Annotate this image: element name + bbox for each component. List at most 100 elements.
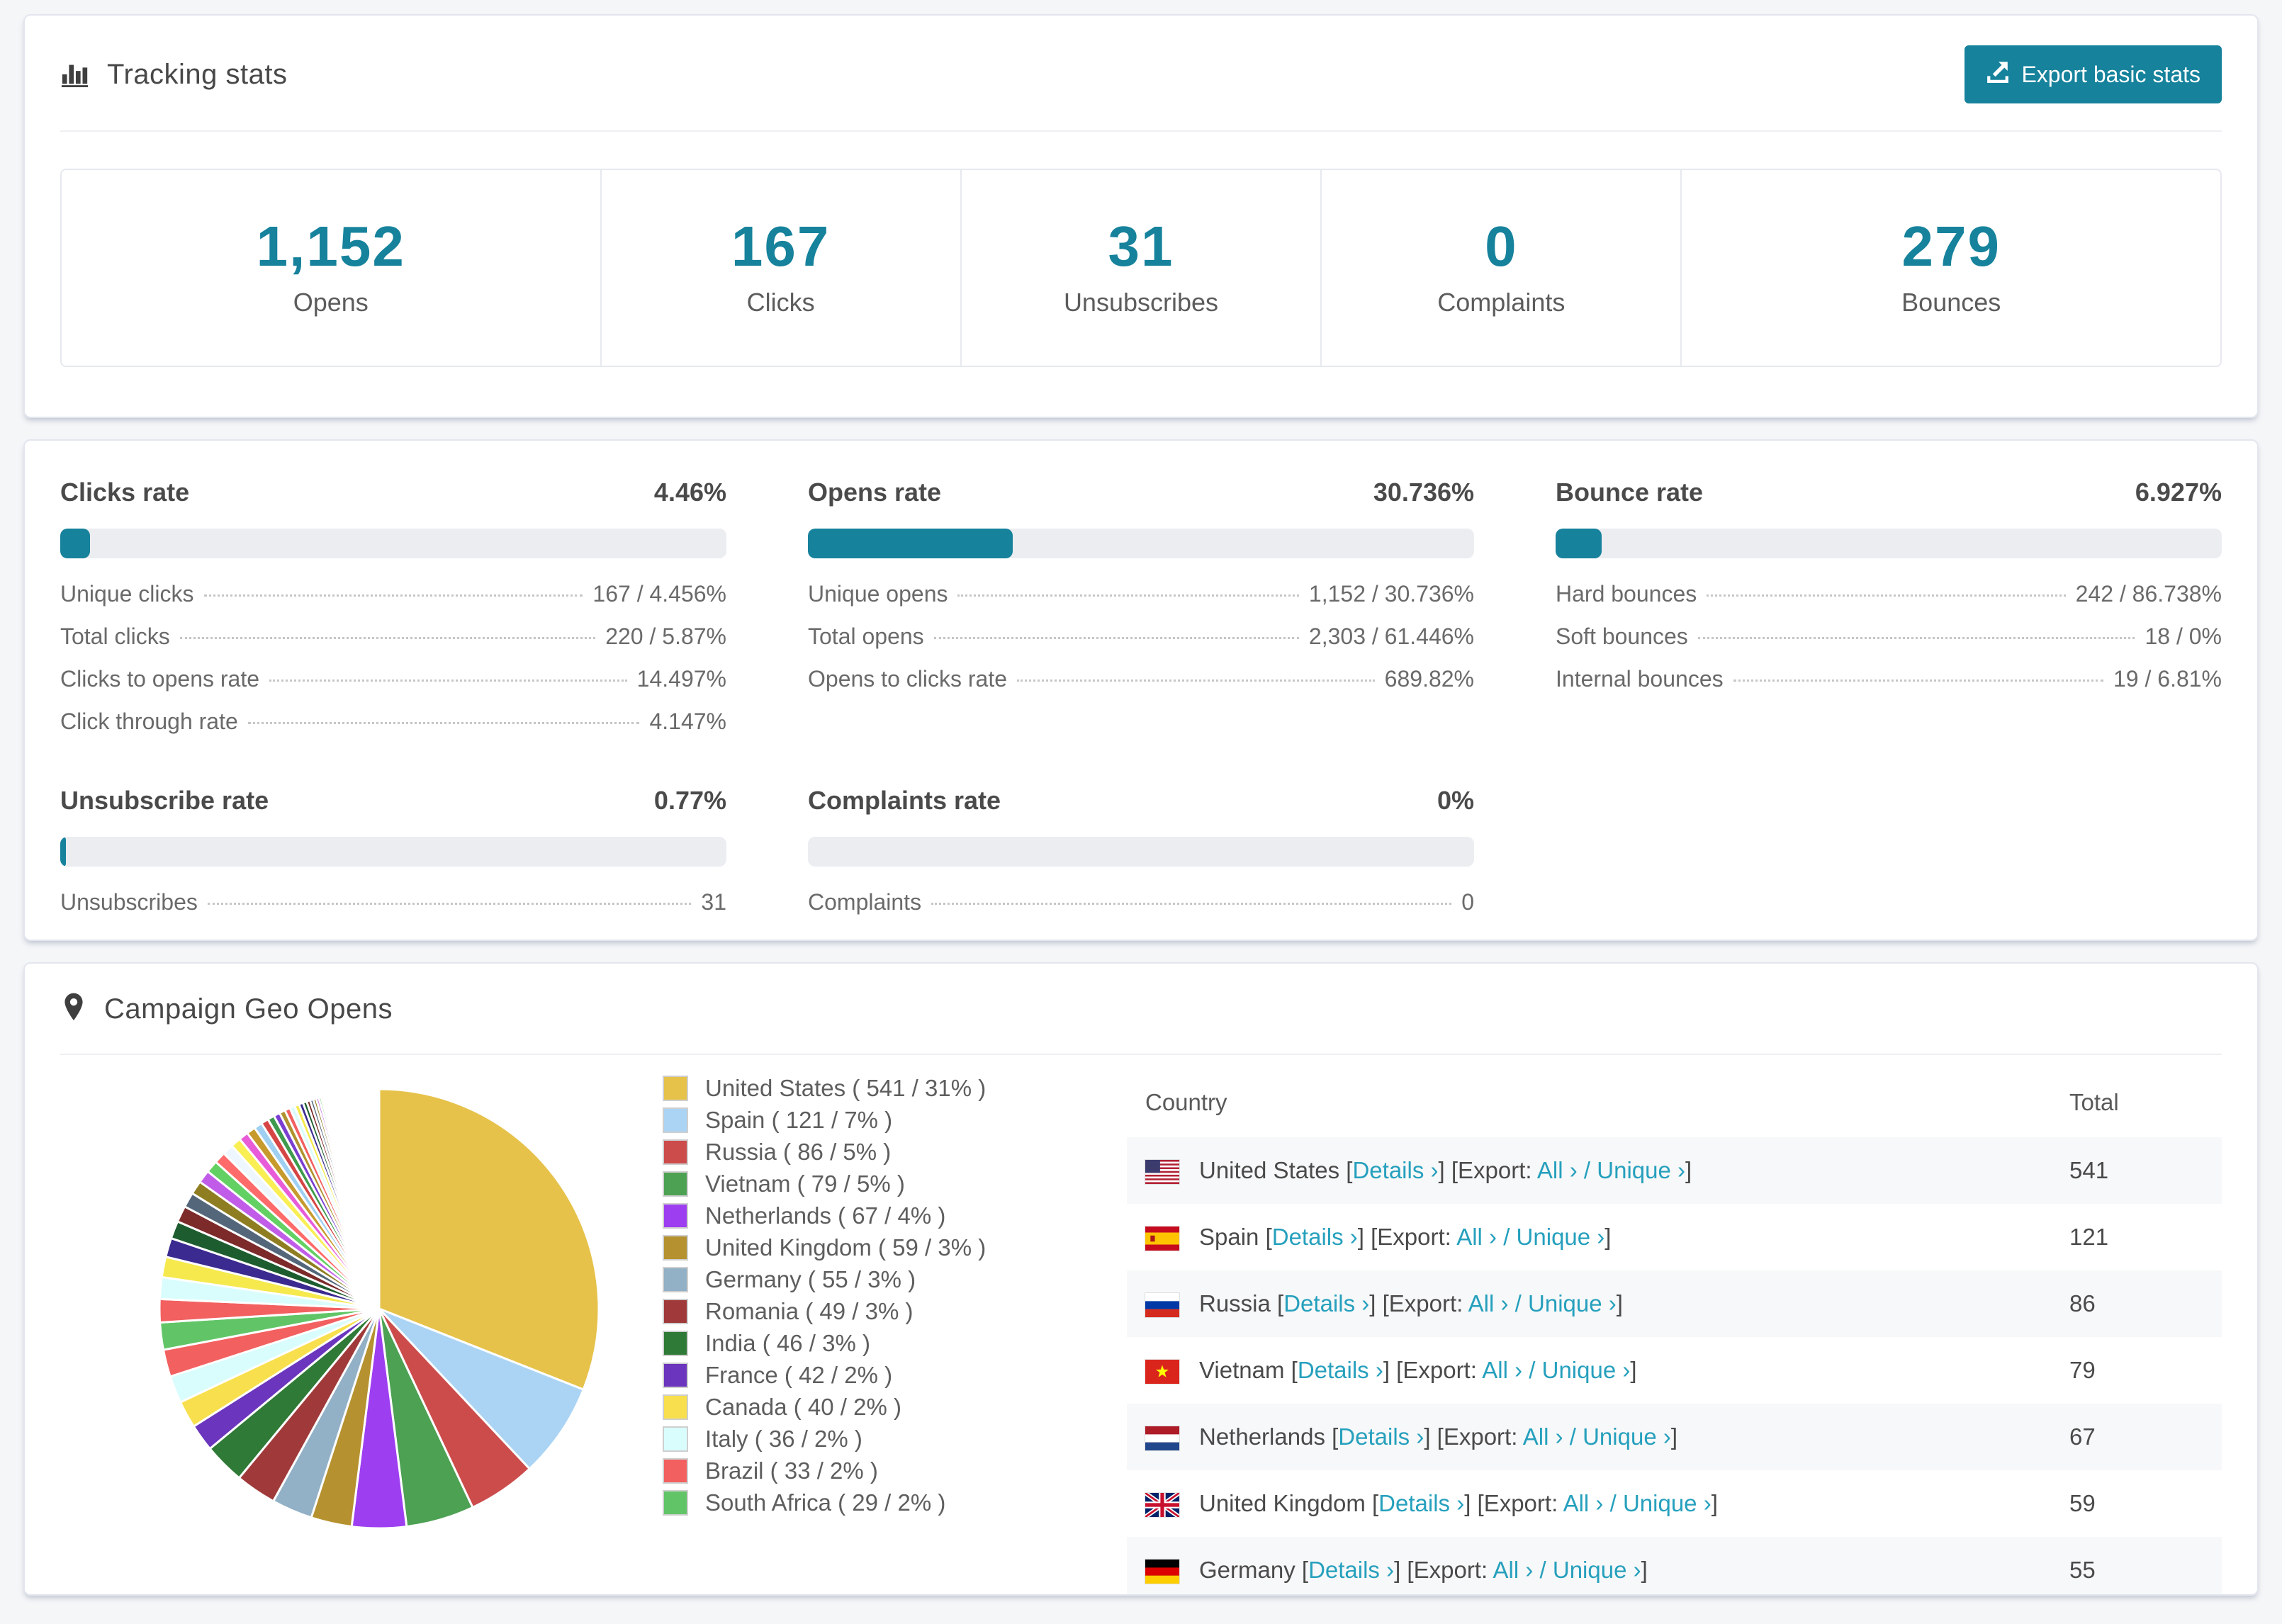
geo-table-row-united-states: United States [Details ›] [Export: All ›… [1127, 1137, 2222, 1204]
export-all-link[interactable]: All › [1537, 1157, 1578, 1183]
rates-grid: Clicks rate 4.46% Unique clicks 167 / 4.456… [60, 478, 2222, 915]
rate-detail-label: Soft bounces [1556, 624, 1688, 649]
stat-label: Clicks [746, 288, 815, 317]
country-name: Vietnam [1199, 1356, 1285, 1383]
legend-swatch [663, 1426, 688, 1452]
slash-separator: / [1577, 1156, 1597, 1183]
bracket: [ [1365, 1489, 1379, 1516]
export-prefix: ] [Export: [1464, 1489, 1563, 1516]
legend-label: South Africa ( 29 / 2% ) [705, 1489, 946, 1516]
dotted-leader [207, 903, 692, 905]
bracket: ] [1685, 1156, 1692, 1183]
rate-detail-value: 242 / 86.738% [2075, 581, 2222, 607]
legend-item-germany[interactable]: Germany ( 55 / 3% ) [663, 1266, 1088, 1293]
bracket: ] [1616, 1290, 1623, 1316]
legend-item-india[interactable]: India ( 46 / 3% ) [663, 1330, 1088, 1357]
legend-item-spain[interactable]: Spain ( 121 / 7% ) [663, 1107, 1088, 1134]
export-unique-link[interactable]: Unique › [1517, 1224, 1605, 1250]
header-divider [60, 130, 2222, 132]
bracket: [ [1284, 1356, 1298, 1383]
rate-detail-value: 0 [1461, 889, 1474, 915]
export-all-link[interactable]: All › [1456, 1224, 1497, 1250]
export-all-link[interactable]: All › [1482, 1357, 1522, 1383]
export-unique-link[interactable]: Unique › [1583, 1423, 1671, 1450]
legend-item-italy[interactable]: Italy ( 36 / 2% ) [663, 1426, 1088, 1453]
legend-item-united-states[interactable]: United States ( 541 / 31% ) [663, 1075, 1088, 1102]
legend-item-russia[interactable]: Russia ( 86 / 5% ) [663, 1139, 1088, 1166]
details-link[interactable]: Details › [1378, 1490, 1464, 1516]
legend-item-france[interactable]: France ( 42 / 2% ) [663, 1362, 1088, 1389]
details-link[interactable]: Details › [1352, 1157, 1438, 1183]
export-prefix: ] [Export: [1394, 1556, 1493, 1583]
dotted-leader [179, 637, 596, 639]
stat-value: 31 [1108, 215, 1174, 278]
export-prefix: ] [Export: [1369, 1290, 1468, 1316]
legend-swatch [663, 1363, 688, 1388]
export-all-link[interactable]: All › [1563, 1490, 1604, 1516]
legend-item-netherlands[interactable]: Netherlands ( 67 / 4% ) [663, 1202, 1088, 1229]
export-unique-link[interactable]: Unique › [1542, 1357, 1631, 1383]
rate-detail-label: Total opens [808, 624, 924, 649]
vn-flag-icon [1145, 1360, 1179, 1385]
rate-detail-label: Hard bounces [1556, 581, 1697, 607]
legend-item-south-africa[interactable]: South Africa ( 29 / 2% ) [663, 1489, 1088, 1516]
details-link[interactable]: Details › [1272, 1224, 1358, 1250]
rate-value: 4.46% [653, 478, 726, 507]
rate-block-complaints-rate: Complaints rate 0% Complaints 0 [808, 786, 1474, 915]
rate-detail-label: Complaints [808, 889, 922, 915]
campaign-geo-opens-card: Campaign Geo Opens United States ( 541 /… [23, 962, 2259, 1596]
country-column-header: Country [1145, 1089, 1227, 1115]
legend-item-brazil[interactable]: Brazil ( 33 / 2% ) [663, 1457, 1088, 1484]
legend-item-canada[interactable]: Canada ( 40 / 2% ) [663, 1394, 1088, 1421]
rate-title: Unsubscribe rate [60, 786, 269, 815]
export-all-link[interactable]: All › [1468, 1290, 1509, 1316]
export-unique-link[interactable]: Unique › [1597, 1157, 1685, 1183]
stat-value: 1,152 [256, 215, 405, 278]
geo-table-row-united-kingdom: United Kingdom [Details ›] [Export: All … [1127, 1470, 2222, 1537]
stat-label: Unsubscribes [1063, 288, 1219, 317]
bar-chart-icon [60, 58, 90, 91]
tracking-stats-header: Tracking stats Export basic stats [60, 45, 2222, 103]
stat-bounces: 279 Bounces [1682, 170, 2220, 366]
details-link[interactable]: Details › [1308, 1557, 1394, 1583]
rate-value: 0.77% [653, 786, 726, 815]
export-button-label: Export basic stats [2021, 61, 2200, 87]
legend-label: Germany ( 55 / 3% ) [705, 1266, 916, 1292]
bracket: [ [1295, 1556, 1309, 1583]
geo-content: United States ( 541 / 31% ) Spain ( 121 /… [60, 1065, 2222, 1594]
legend-item-vietnam[interactable]: Vietnam ( 79 / 5% ) [663, 1171, 1088, 1197]
dotted-leader [957, 594, 1299, 597]
stat-unsubscribes: 31 Unsubscribes [962, 170, 1322, 366]
rate-title: Clicks rate [60, 478, 190, 507]
rate-title: Opens rate [808, 478, 942, 507]
legend-item-united-kingdom[interactable]: United Kingdom ( 59 / 3% ) [663, 1234, 1088, 1261]
rate-detail-row: Total clicks 220 / 5.87% [60, 624, 726, 650]
details-link[interactable]: Details › [1338, 1423, 1424, 1450]
export-unique-link[interactable]: Unique › [1528, 1290, 1617, 1316]
legend-swatch [663, 1171, 688, 1197]
total-value: 541 [2069, 1137, 2222, 1204]
legend-label: Brazil ( 33 / 2% ) [705, 1457, 878, 1484]
rate-detail-value: 2,303 / 61.446% [1308, 624, 1474, 649]
export-unique-link[interactable]: Unique › [1553, 1557, 1641, 1583]
export-all-link[interactable]: All › [1493, 1557, 1534, 1583]
legend-item-romania[interactable]: Romania ( 49 / 3% ) [663, 1298, 1088, 1325]
export-unique-link[interactable]: Unique › [1623, 1490, 1712, 1516]
rate-detail-label: Click through rate [60, 709, 238, 734]
stat-clicks: 167 Clicks [602, 170, 962, 366]
export-basic-stats-button[interactable]: Export basic stats [1965, 45, 2222, 103]
bracket: ] [1670, 1423, 1677, 1450]
details-link[interactable]: Details › [1298, 1357, 1383, 1383]
slash-separator: / [1508, 1290, 1529, 1316]
export-all-link[interactable]: All › [1523, 1423, 1563, 1450]
page: Tracking stats Export basic stats 1,152 O… [0, 0, 2282, 1610]
rate-progress-bar [808, 529, 1474, 558]
legend-swatch [663, 1331, 688, 1356]
legend-label: Spain ( 121 / 7% ) [705, 1107, 893, 1133]
country-cell: Germany [Details ›] [Export: All › / Uni… [1127, 1537, 2069, 1594]
country-name: Germany [1199, 1556, 1295, 1583]
details-link[interactable]: Details › [1283, 1290, 1369, 1316]
legend-label: United States ( 541 / 31% ) [705, 1075, 987, 1101]
export-prefix: ] [Export: [1438, 1156, 1537, 1183]
legend-swatch [663, 1490, 688, 1516]
